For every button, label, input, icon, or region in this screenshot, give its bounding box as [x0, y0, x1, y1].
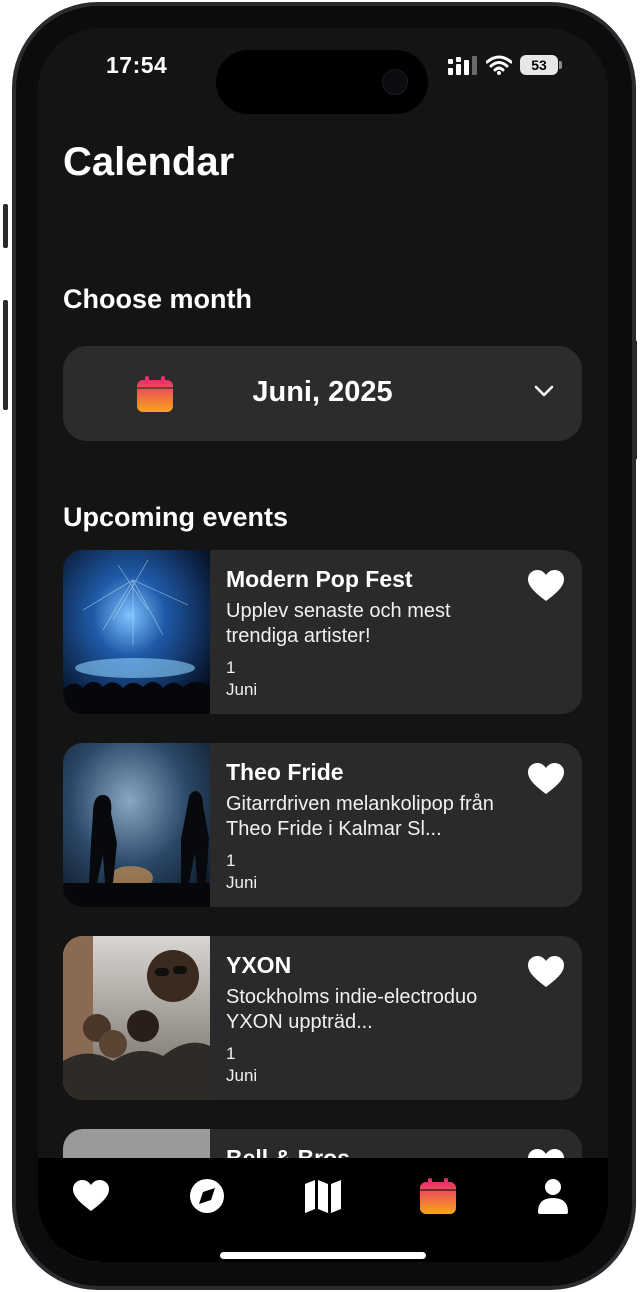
favorite-heart-icon[interactable]: [528, 763, 564, 795]
cellular-signal-icon: [448, 56, 477, 75]
heart-icon: [73, 1180, 109, 1211]
event-image: [63, 550, 210, 714]
battery-level: 53: [531, 57, 547, 73]
mute-switch: [3, 204, 8, 248]
calendar-icon: [420, 1178, 456, 1214]
tab-bar: [38, 1158, 608, 1262]
event-name: YXON: [226, 952, 292, 978]
chevron-down-icon: [534, 385, 554, 397]
event-month: Juni: [226, 680, 258, 699]
month-selector[interactable]: Juni, 2025: [63, 346, 582, 441]
tab-profile[interactable]: [533, 1176, 573, 1216]
app-screen: 17:54 53 Calendar Choose month Juni, 202…: [38, 28, 608, 1262]
map-icon: [305, 1180, 341, 1213]
volume-button: [3, 300, 8, 410]
dynamic-island: [216, 50, 428, 114]
event-description: Upplev senaste och mest trendiga artiste…: [226, 600, 451, 647]
event-day: 1: [226, 851, 236, 870]
compass-icon: [190, 1179, 224, 1213]
profile-icon: [538, 1179, 568, 1214]
event-description: Gitarrdriven melankolipop från Theo Frid…: [226, 793, 494, 840]
front-camera: [382, 69, 408, 95]
event-day: 1: [226, 658, 236, 677]
tab-calendar[interactable]: [418, 1176, 458, 1216]
favorite-heart-icon[interactable]: [528, 956, 564, 988]
event-month: Juni: [226, 873, 258, 892]
event-card[interactable]: Modern Pop Fest Upplev senaste och mest …: [63, 550, 582, 714]
event-description: Stockholms indie-electroduo YXON uppträd…: [226, 986, 478, 1033]
tab-favorites[interactable]: [71, 1176, 111, 1216]
battery-indicator: 53: [520, 55, 562, 75]
tab-map[interactable]: [303, 1176, 343, 1216]
upcoming-events-heading: Upcoming events: [63, 502, 289, 532]
status-time: 17:54: [106, 52, 168, 78]
event-name: Theo Fride: [226, 759, 344, 785]
wifi-icon: [486, 55, 512, 75]
event-image: [63, 743, 210, 907]
event-card[interactable]: Theo Fride Gitarrdriven melankolipop frå…: [63, 743, 582, 907]
event-image: [63, 936, 210, 1100]
selected-month: Juni, 2025: [252, 376, 393, 408]
choose-month-heading: Choose month: [63, 284, 252, 314]
power-button: [632, 340, 637, 460]
page-title: Calendar: [63, 140, 235, 184]
status-indicators: 53: [448, 55, 562, 75]
tab-explore[interactable]: [187, 1176, 227, 1216]
event-month: Juni: [226, 1066, 258, 1085]
favorite-heart-icon[interactable]: [528, 570, 564, 602]
event-card[interactable]: YXON Stockholms indie-electroduo YXON up…: [63, 936, 582, 1100]
home-indicator[interactable]: [220, 1252, 426, 1259]
event-name: Modern Pop Fest: [226, 566, 413, 592]
event-day: 1: [226, 1044, 236, 1063]
